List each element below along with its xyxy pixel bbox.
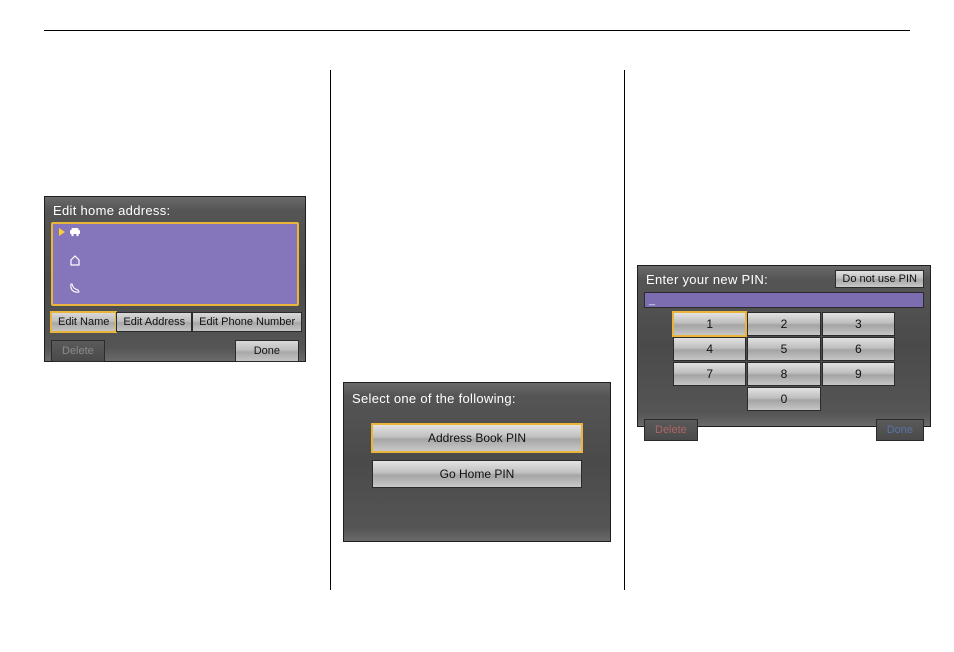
delete-button: Delete — [51, 340, 105, 362]
address-book-pin-button[interactable]: Address Book PIN — [372, 424, 582, 452]
key-7[interactable]: 7 — [673, 362, 746, 386]
top-divider — [44, 30, 910, 31]
key-6[interactable]: 6 — [822, 337, 895, 361]
key-5[interactable]: 5 — [747, 337, 820, 361]
row-car[interactable] — [59, 227, 79, 237]
key-8[interactable]: 8 — [747, 362, 820, 386]
panel1-title: Edit home address: — [51, 201, 299, 222]
column-separator-2 — [624, 70, 625, 590]
done-button[interactable]: Done — [235, 340, 299, 362]
go-home-pin-button[interactable]: Go Home PIN — [372, 460, 582, 488]
home-icon — [69, 254, 79, 264]
do-not-use-pin-button[interactable]: Do not use PIN — [835, 270, 924, 288]
edit-home-address-panel: Edit home address: Edit Name Edit Addres… — [44, 196, 306, 362]
key-3[interactable]: 3 — [822, 312, 895, 336]
phone-icon — [69, 282, 79, 292]
panel3-title: Enter your new PIN: — [644, 272, 768, 287]
key-9[interactable]: 9 — [822, 362, 895, 386]
address-display[interactable] — [51, 222, 299, 306]
edit-name-button[interactable]: Edit Name — [51, 312, 116, 332]
pin-delete-button: Delete — [644, 419, 698, 441]
key-4[interactable]: 4 — [673, 337, 746, 361]
row-phone[interactable] — [59, 282, 79, 292]
key-1[interactable]: 1 — [673, 312, 746, 336]
edit-phone-number-button[interactable]: Edit Phone Number — [192, 312, 302, 332]
panel2-title: Select one of the following: — [352, 389, 602, 424]
keypad: 1 2 3 4 5 6 7 8 9 — [673, 312, 895, 386]
key-0[interactable]: 0 — [747, 387, 820, 411]
key-2[interactable]: 2 — [747, 312, 820, 336]
pin-done-button: Done — [876, 419, 924, 441]
car-icon — [69, 227, 79, 237]
select-pin-type-panel: Select one of the following: Address Boo… — [343, 382, 611, 542]
pin-display: _ — [644, 292, 924, 308]
edit-address-button[interactable]: Edit Address — [116, 312, 192, 332]
row-home[interactable] — [59, 254, 79, 264]
selection-triangle-icon — [59, 228, 65, 236]
column-separator-1 — [330, 70, 331, 590]
enter-pin-panel: Enter your new PIN: Do not use PIN _ 1 2… — [637, 265, 931, 427]
